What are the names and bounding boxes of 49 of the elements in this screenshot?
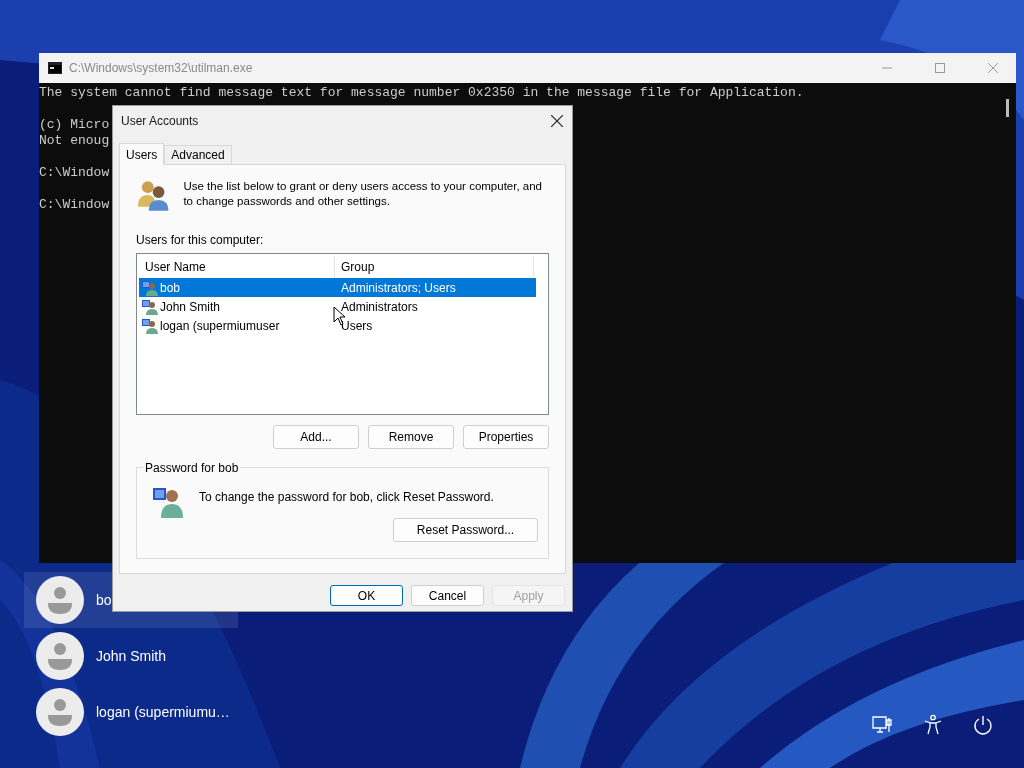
users-icon [136, 179, 170, 211]
table-cell: Administrators; Users [341, 280, 456, 295]
group-title: Password for bob [143, 461, 241, 475]
table-cell: bob [160, 280, 181, 295]
table-cell: Users [341, 318, 373, 333]
monitor-icon[interactable] [872, 714, 894, 736]
user-icon [142, 298, 158, 315]
close-icon [988, 63, 998, 73]
maximize-icon [935, 63, 945, 73]
avatar-icon [36, 576, 84, 624]
user-icon [142, 279, 158, 296]
avatar-icon [36, 632, 84, 680]
close-icon [551, 115, 563, 127]
instruction-text: Use the list below to grant or deny users access to your computer, and to change passwords and other settings. [183, 179, 543, 209]
reset-password-button[interactable]: Reset Password... [393, 518, 538, 542]
list-label: Users for this computer: [136, 233, 265, 247]
console-line: The system cannot find message text for message number 0x2350 in the message file for Application. [39, 85, 804, 101]
avatar-icon [36, 688, 84, 736]
list-button[interactable]: Remove [368, 425, 454, 449]
table-row[interactable]: bob Administrators; Users [139, 278, 536, 297]
user-name: John Smith [96, 648, 167, 664]
console-line: C:\Window [39, 197, 110, 213]
user-tile[interactable]: logan (supermiumu… [24, 684, 238, 740]
dialog-button[interactable]: OK [330, 585, 403, 606]
user-icon [153, 486, 185, 518]
dialog-button[interactable]: Cancel [411, 585, 484, 606]
user-name: bo [96, 592, 112, 608]
user-tile[interactable]: John Smith [24, 628, 238, 684]
console-line: Not enoug [39, 133, 110, 149]
tab[interactable]: Users [119, 143, 165, 165]
scrollbar-thumb[interactable] [1006, 99, 1009, 117]
password-text: To change the password for bob, click Reset Password. [199, 490, 494, 504]
table-cell: Administrators [341, 299, 418, 314]
table-cell: John Smith [160, 299, 221, 314]
console-line: (c) Micro [39, 117, 110, 133]
user-name: logan (supermiumu… [96, 704, 230, 720]
tab[interactable]: Advanced [164, 145, 232, 164]
table-row[interactable]: John Smith Administrators [139, 297, 536, 316]
table-row[interactable]: logan (supermiumuser Users [139, 316, 536, 335]
dialog-title: User Accounts [121, 114, 200, 128]
window-title: C:\Windows\system32\utilman.exe [69, 61, 254, 75]
user-icon [142, 317, 158, 334]
list-button[interactable]: Add... [273, 425, 359, 449]
power-icon[interactable] [972, 714, 994, 736]
list-button[interactable]: Properties [463, 425, 549, 449]
accessibility-icon[interactable] [922, 714, 944, 736]
table-cell: logan (supermiumuser [160, 318, 280, 333]
console-icon [48, 62, 62, 74]
console-line: C:\Window [39, 165, 110, 181]
